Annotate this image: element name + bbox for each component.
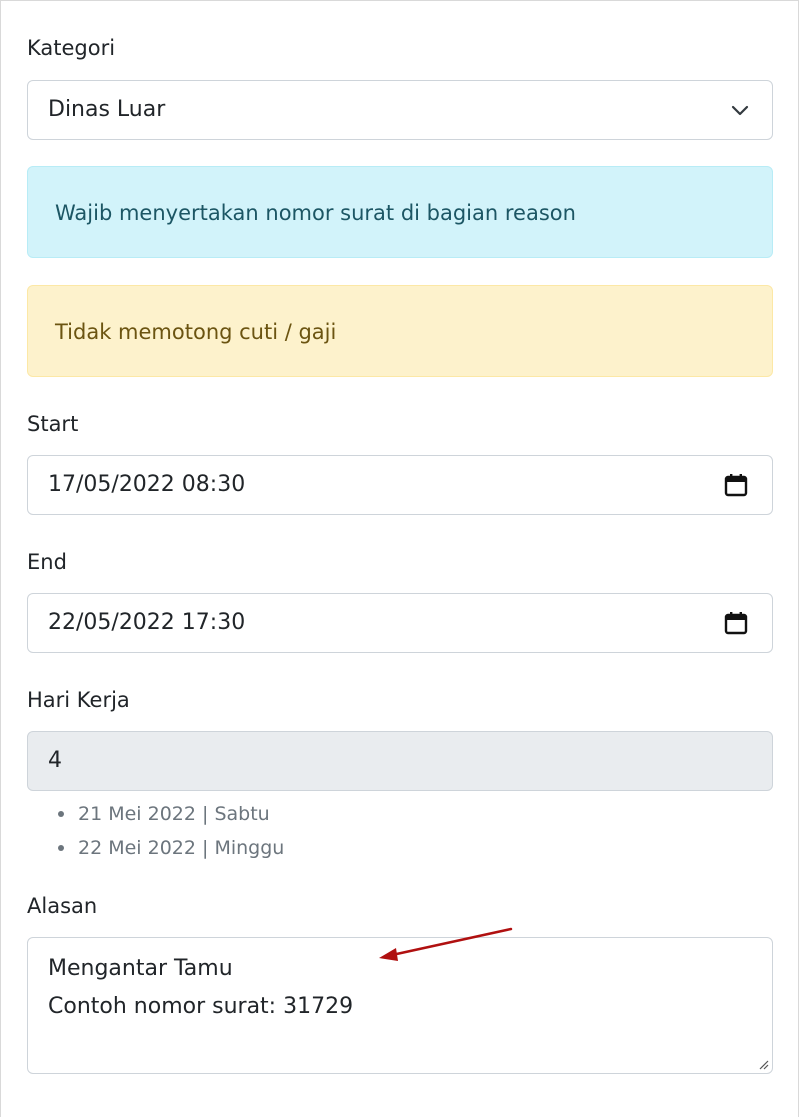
start-label: Start xyxy=(27,412,79,436)
bullet-icon xyxy=(58,811,64,817)
kategori-selected-value: Dinas Luar xyxy=(48,97,166,122)
start-datetime-input[interactable]: 17/05/2022 08:30 xyxy=(27,455,773,515)
warning-alert-text: Tidak memotong cuti / gaji xyxy=(55,320,337,344)
list-item: 22 Mei 2022 | Minggu xyxy=(56,831,284,865)
hari-kerja-label: Hari Kerja xyxy=(27,688,130,712)
chevron-down-icon xyxy=(731,105,749,116)
alasan-line: Mengantar Tamu xyxy=(48,956,233,981)
info-alert: Wajib menyertakan nomor surat di bagian … xyxy=(27,166,773,258)
warning-alert: Tidak memotong cuti / gaji xyxy=(27,285,773,377)
bullet-icon xyxy=(58,845,64,851)
hari-kerja-field: 4 xyxy=(27,731,773,791)
alasan-textarea[interactable]: Mengantar Tamu Contoh nomor surat: 31729 xyxy=(27,937,773,1074)
info-alert-text: Wajib menyertakan nomor surat di bagian … xyxy=(55,201,576,225)
excluded-date-text: 21 Mei 2022 | Sabtu xyxy=(78,803,270,825)
excluded-date-text: 22 Mei 2022 | Minggu xyxy=(78,837,285,859)
resize-handle-icon[interactable] xyxy=(757,1058,769,1070)
kategori-label: Kategori xyxy=(27,36,116,60)
list-item: 21 Mei 2022 | Sabtu xyxy=(56,797,284,831)
kategori-select[interactable]: Dinas Luar xyxy=(27,80,773,140)
excluded-dates-list: 21 Mei 2022 | Sabtu 22 Mei 2022 | Minggu xyxy=(56,797,284,865)
end-datetime-input[interactable]: 22/05/2022 17:30 xyxy=(27,593,773,653)
alasan-label: Alasan xyxy=(27,894,98,918)
alasan-line: Contoh nomor surat: 31729 xyxy=(48,994,354,1019)
hari-kerja-value: 4 xyxy=(48,748,62,773)
end-value: 22/05/2022 17:30 xyxy=(48,610,246,635)
start-value: 17/05/2022 08:30 xyxy=(48,472,246,497)
calendar-icon[interactable] xyxy=(724,473,748,497)
calendar-icon[interactable] xyxy=(724,611,748,635)
end-label: End xyxy=(27,550,67,574)
